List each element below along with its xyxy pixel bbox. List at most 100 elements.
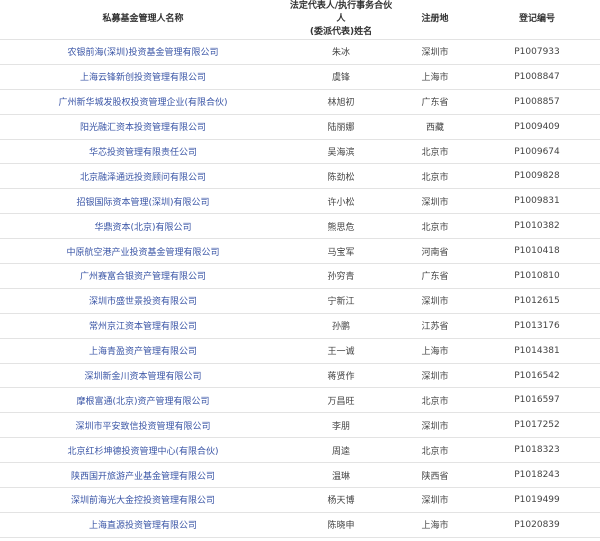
representative-cell: 陆丽娜	[286, 114, 396, 140]
table-row: 上海云锋新创投资管理有限公司 虞锋 上海市 P1008847	[0, 64, 600, 90]
representative-cell: 孙鹏	[286, 313, 396, 339]
representative-cell: 吴海滨	[286, 139, 396, 165]
location-cell: 北京市	[396, 213, 474, 240]
manager-name-cell: 深圳新金川资本管理有限公司	[0, 363, 286, 389]
manager-name-cell: 上海云锋新创投资管理有限公司	[0, 64, 286, 90]
location-cell: 深圳市	[396, 188, 474, 215]
registration-code-cell: P1018243	[474, 462, 600, 489]
location-cell: 上海市	[396, 512, 474, 538]
location-cell: 广东省	[396, 89, 474, 115]
manager-name-cell: 深圳前海光大金控投资管理有限公司	[0, 487, 286, 513]
location-cell: 上海市	[396, 64, 474, 90]
table-row: 招银国际资本管理(深圳)有限公司 许小松 深圳市 P1009831	[0, 188, 600, 215]
table-row: 广州赛富合银资产管理有限公司 孙穷青 广东省 P1010810	[0, 263, 600, 289]
registration-code-cell: P1020839	[474, 512, 600, 538]
location-cell: 北京市	[396, 163, 474, 190]
representative-cell: 周逵	[286, 437, 396, 464]
location-cell: 江苏省	[396, 313, 474, 339]
manager-name-cell: 农银前海(深圳)投资基金管理有限公司	[0, 39, 286, 65]
location-cell: 西藏	[396, 114, 474, 140]
representative-cell: 孙穷青	[286, 263, 396, 289]
registration-code-cell: P1018323	[474, 437, 600, 464]
representative-cell: 杨天博	[286, 487, 396, 513]
registration-code-cell: P1014381	[474, 338, 600, 364]
location-cell: 北京市	[396, 437, 474, 464]
registration-code-cell: P1010418	[474, 238, 600, 265]
table-row: 上海青盈资产管理有限公司 王一诚 上海市 P1014381	[0, 338, 600, 364]
location-cell: 河南省	[396, 238, 474, 265]
registration-code-cell: P1009831	[474, 188, 600, 215]
manager-name-cell: 广州赛富合银资产管理有限公司	[0, 263, 286, 289]
location-cell: 陕西省	[396, 462, 474, 489]
manager-name-cell: 上海直源投资管理有限公司	[0, 512, 286, 538]
registration-code-cell: P1017252	[474, 412, 600, 439]
manager-name-cell: 深圳市盛世景投资有限公司	[0, 288, 286, 314]
location-cell: 深圳市	[396, 39, 474, 65]
location-cell: 深圳市	[396, 412, 474, 439]
table-header-row: 私募基金管理人名称 法定代表人/执行事务合伙人 (委派代表)姓名 注册地 登记编…	[0, 0, 600, 40]
representative-cell: 马宝军	[286, 238, 396, 265]
registration-code-cell: P1013176	[474, 313, 600, 339]
registration-code-cell: P1008857	[474, 89, 600, 115]
registration-code-cell: P1009409	[474, 114, 600, 140]
table-row: 农银前海(深圳)投资基金管理有限公司 朱冰 深圳市 P1007933	[0, 39, 600, 65]
registration-code-cell: P1009828	[474, 163, 600, 190]
representative-cell: 朱冰	[286, 39, 396, 65]
registration-code-cell: P1016597	[474, 387, 600, 414]
table-row: 常州京江资本管理有限公司 孙鹏 江苏省 P1013176	[0, 313, 600, 339]
table-row: 北京融泽通远投资顾问有限公司 陈劲松 北京市 P1009828	[0, 163, 600, 190]
representative-cell: 陈劲松	[286, 163, 396, 190]
representative-cell: 熊思危	[286, 213, 396, 240]
location-cell: 上海市	[396, 338, 474, 364]
manager-name-cell: 华鼎资本(北京)有限公司	[0, 213, 286, 240]
representative-cell: 林旭初	[286, 89, 396, 115]
header-representative-line2: (委派代表)姓名	[309, 27, 373, 37]
representative-cell: 温琳	[286, 462, 396, 489]
registration-code-cell: P1016542	[474, 363, 600, 389]
representative-cell: 陈晓申	[286, 512, 396, 538]
manager-name-cell: 北京红杉坤德投资管理中心(有限合伙)	[0, 437, 286, 464]
manager-name-cell: 阳光融汇资本投资管理有限公司	[0, 114, 286, 140]
table-row: 陕西国开旅游产业基金管理有限公司 温琳 陕西省 P1018243	[0, 462, 600, 489]
header-representative: 法定代表人/执行事务合伙人 (委派代表)姓名	[286, 0, 396, 40]
location-cell: 广东省	[396, 263, 474, 289]
manager-name-cell: 摩根富通(北京)资产管理有限公司	[0, 387, 286, 414]
representative-cell: 宁新江	[286, 288, 396, 314]
registration-code-cell: P1010810	[474, 263, 600, 289]
table-row: 中原航空港产业投资基金管理有限公司 马宝军 河南省 P1010418	[0, 238, 600, 265]
registration-code-cell: P1012615	[474, 288, 600, 314]
table-row: 上海直源投资管理有限公司 陈晓申 上海市 P1020839	[0, 512, 600, 538]
registration-code-cell: P1010382	[474, 213, 600, 240]
table-row: 深圳市平安致信投资管理有限公司 李朋 深圳市 P1017252	[0, 412, 600, 439]
table-row: 北京红杉坤德投资管理中心(有限合伙) 周逵 北京市 P1018323	[0, 437, 600, 464]
manager-name-cell: 陕西国开旅游产业基金管理有限公司	[0, 462, 286, 489]
manager-name-cell: 深圳市平安致信投资管理有限公司	[0, 412, 286, 439]
representative-cell: 李朋	[286, 412, 396, 439]
header-manager-name: 私募基金管理人名称	[0, 0, 286, 40]
table-row: 摩根富通(北京)资产管理有限公司 万昌旺 北京市 P1016597	[0, 387, 600, 414]
table-row: 深圳前海光大金控投资管理有限公司 杨天博 深圳市 P1019499	[0, 487, 600, 513]
registration-code-cell: P1009674	[474, 139, 600, 165]
table-row: 深圳新金川资本管理有限公司 蒋贤作 深圳市 P1016542	[0, 363, 600, 389]
manager-name-cell: 中原航空港产业投资基金管理有限公司	[0, 238, 286, 265]
location-cell: 深圳市	[396, 363, 474, 389]
manager-name-cell: 北京融泽通远投资顾问有限公司	[0, 163, 286, 190]
registration-code-cell: P1008847	[474, 64, 600, 90]
manager-name-cell: 上海青盈资产管理有限公司	[0, 338, 286, 364]
manager-name-cell: 常州京江资本管理有限公司	[0, 313, 286, 339]
header-representative-line1: 法定代表人/执行事务合伙人	[289, 1, 393, 24]
representative-cell: 万昌旺	[286, 387, 396, 414]
table-row: 华芯投资管理有限责任公司 吴海滨 北京市 P1009674	[0, 139, 600, 165]
header-location: 注册地	[396, 0, 474, 40]
location-cell: 深圳市	[396, 288, 474, 314]
representative-cell: 许小松	[286, 188, 396, 215]
header-registration-code: 登记编号	[474, 0, 600, 40]
manager-name-cell: 招银国际资本管理(深圳)有限公司	[0, 188, 286, 215]
location-cell: 北京市	[396, 139, 474, 165]
table-row: 阳光融汇资本投资管理有限公司 陆丽娜 西藏 P1009409	[0, 114, 600, 140]
fund-manager-table: 私募基金管理人名称 法定代表人/执行事务合伙人 (委派代表)姓名 注册地 登记编…	[0, 0, 600, 538]
location-cell: 深圳市	[396, 487, 474, 513]
registration-code-cell: P1007933	[474, 39, 600, 65]
table-row: 深圳市盛世景投资有限公司 宁新江 深圳市 P1012615	[0, 288, 600, 314]
representative-cell: 蒋贤作	[286, 363, 396, 389]
